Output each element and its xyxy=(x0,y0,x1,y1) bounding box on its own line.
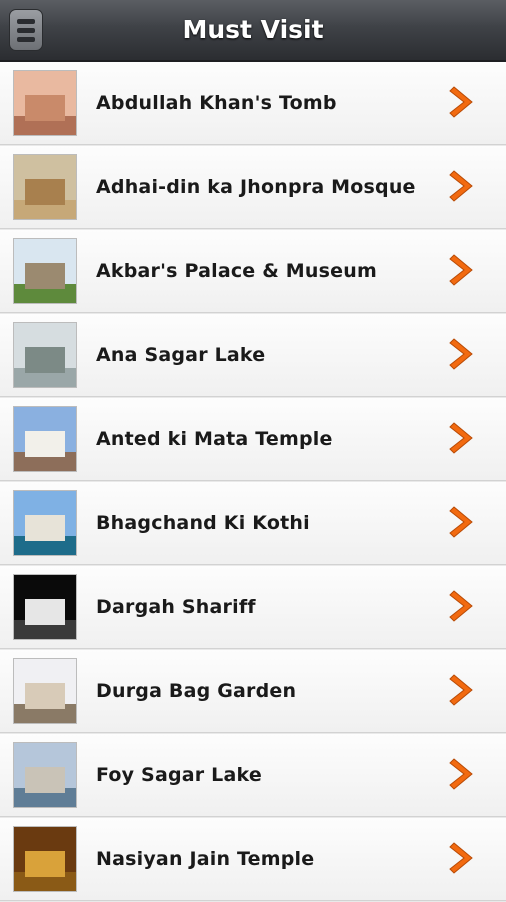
place-name: Anted ki Mata Temple xyxy=(96,428,333,450)
place-name: Ana Sagar Lake xyxy=(96,344,266,366)
list-item[interactable]: Nasiyan Jain Temple xyxy=(0,818,506,901)
place-thumbnail xyxy=(13,406,77,472)
app-header: Must Visit xyxy=(0,0,506,62)
place-thumbnail xyxy=(13,742,77,808)
place-name: Foy Sagar Lake xyxy=(96,764,262,786)
place-thumbnail xyxy=(13,826,77,892)
list-item[interactable]: Ana Sagar Lake xyxy=(0,314,506,397)
chevron-right-icon[interactable] xyxy=(446,336,480,372)
place-name: Adhai-din ka Jhonpra Mosque xyxy=(96,176,416,198)
list-item[interactable]: Anted ki Mata Temple xyxy=(0,398,506,481)
list-item[interactable]: Adhai-din ka Jhonpra Mosque xyxy=(0,146,506,229)
list-item[interactable]: Durga Bag Garden xyxy=(0,650,506,733)
chevron-right-icon[interactable] xyxy=(446,252,480,288)
place-thumbnail xyxy=(13,574,77,640)
chevron-right-icon[interactable] xyxy=(446,504,480,540)
place-thumbnail xyxy=(13,70,77,136)
place-name: Dargah Shariff xyxy=(96,596,256,618)
list-item[interactable]: Dargah Shariff xyxy=(0,566,506,649)
page-title: Must Visit xyxy=(182,15,324,44)
chevron-right-icon[interactable] xyxy=(446,756,480,792)
chevron-right-icon[interactable] xyxy=(446,84,480,120)
place-name: Bhagchand Ki Kothi xyxy=(96,512,310,534)
place-thumbnail xyxy=(13,658,77,724)
places-list: Abdullah Khan's Tomb Adhai-din ka Jhonpra… xyxy=(0,62,506,902)
place-name: Akbar's Palace & Museum xyxy=(96,260,377,282)
place-name: Abdullah Khan's Tomb xyxy=(96,92,337,114)
place-name: Durga Bag Garden xyxy=(96,680,297,702)
place-thumbnail xyxy=(13,238,77,304)
chevron-right-icon[interactable] xyxy=(446,840,480,876)
list-item[interactable]: Bhagchand Ki Kothi xyxy=(0,482,506,565)
place-thumbnail xyxy=(13,322,77,388)
place-thumbnail xyxy=(13,154,77,220)
chevron-right-icon[interactable] xyxy=(446,168,480,204)
list-item[interactable]: Foy Sagar Lake xyxy=(0,734,506,817)
chevron-right-icon[interactable] xyxy=(446,588,480,624)
list-item[interactable]: Abdullah Khan's Tomb xyxy=(0,62,506,145)
place-name: Nasiyan Jain Temple xyxy=(96,848,315,870)
chevron-right-icon[interactable] xyxy=(446,672,480,708)
chevron-right-icon[interactable] xyxy=(446,420,480,456)
list-item[interactable]: Akbar's Palace & Museum xyxy=(0,230,506,313)
place-thumbnail xyxy=(13,490,77,556)
